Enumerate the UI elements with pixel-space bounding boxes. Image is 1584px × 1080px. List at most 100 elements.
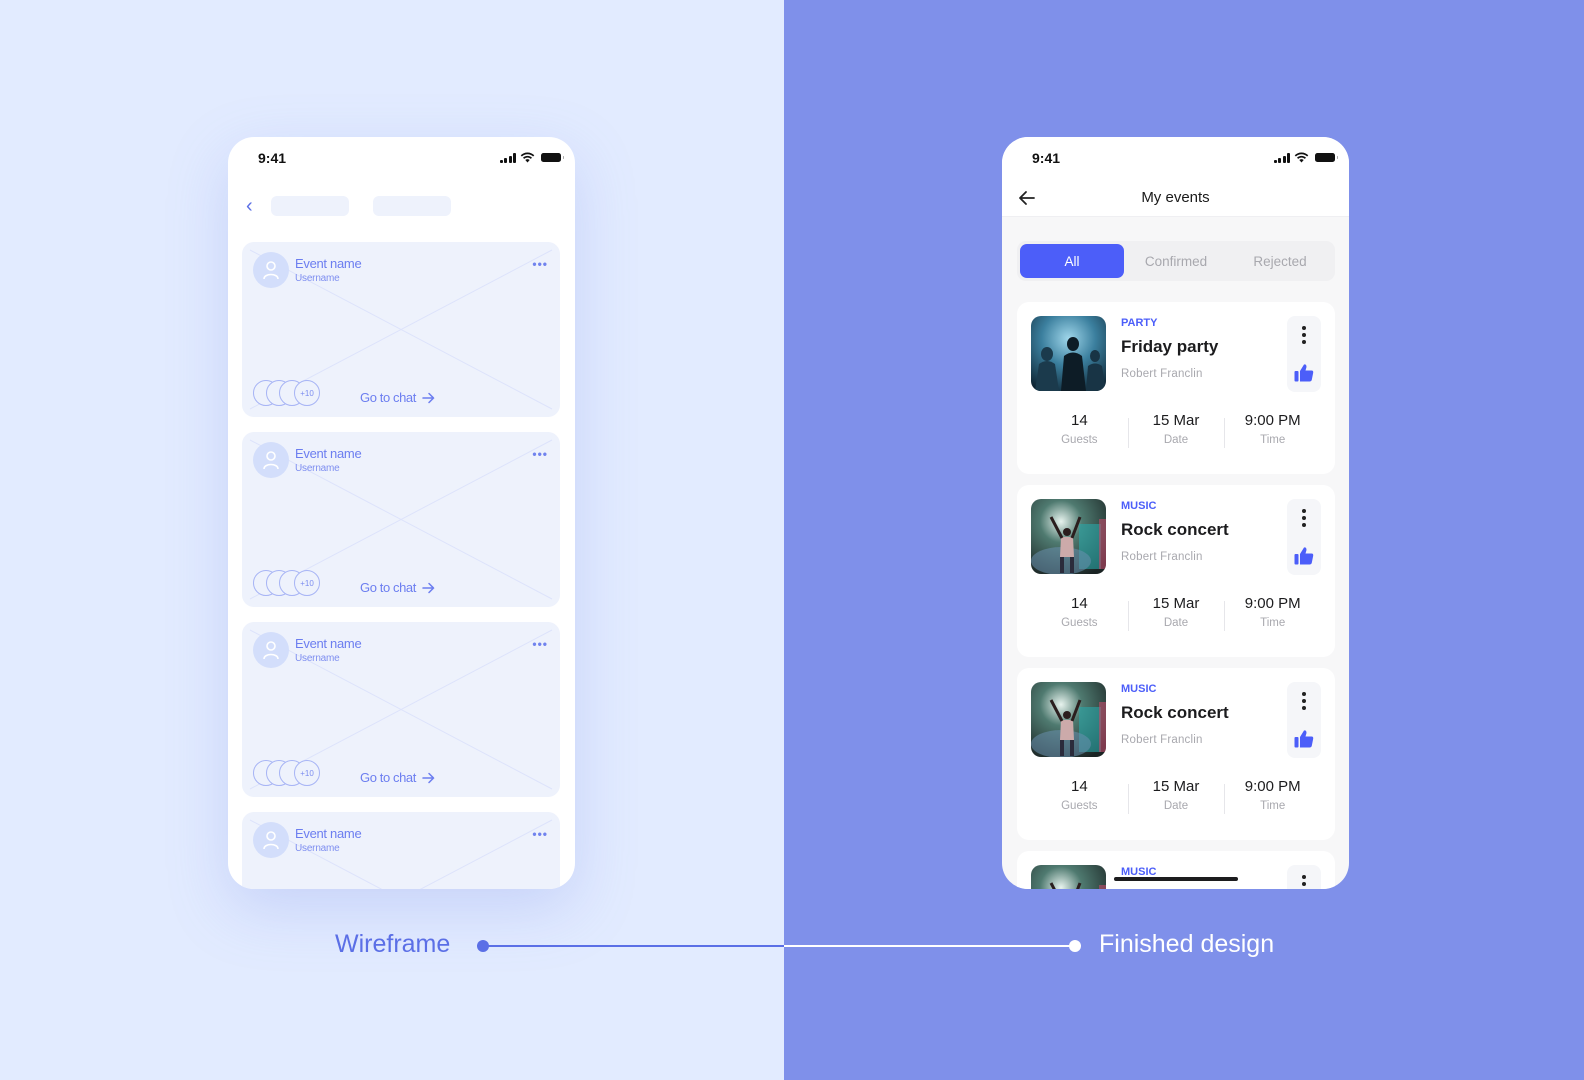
event-image (1031, 316, 1106, 391)
username: Username (295, 463, 340, 474)
event-name: Event name (295, 446, 362, 461)
image-placeholder-icon (249, 819, 553, 889)
thumbs-up-icon[interactable] (1294, 729, 1314, 748)
event-card[interactable]: MUSIC Rock concert Robert Franclin 14 Gue… (1017, 668, 1335, 840)
participants-avatars: +10 (253, 380, 333, 406)
stat-time: 9:00 PM Time (1224, 412, 1321, 448)
event-name: Rock concert (1121, 520, 1229, 539)
more-participants-count: +10 (294, 760, 320, 786)
stat-value: 15 Mar (1152, 595, 1200, 612)
signal-icon (499, 152, 516, 163)
go-to-chat-label: Go to chat (360, 390, 416, 405)
more-vertical-icon[interactable] (1302, 509, 1306, 530)
event-stats: 14 Guests 15 Mar Date 9:00 PM Time (1031, 778, 1321, 814)
more-options-icon[interactable]: ••• (532, 637, 548, 651)
more-participants-count: +10 (294, 570, 320, 596)
stat-guests: 14 Guests (1031, 412, 1128, 446)
avatar (253, 632, 289, 668)
stat-guests: 14 Guests (1031, 778, 1128, 812)
skeleton-placeholder (271, 196, 349, 216)
username: Username (295, 843, 340, 854)
stat-label: Date (1163, 434, 1189, 446)
user-icon (263, 831, 279, 850)
wifi-icon (520, 152, 535, 163)
event-image (1031, 499, 1106, 574)
event-image (1031, 865, 1106, 889)
go-to-chat-link[interactable]: Go to chat (360, 580, 435, 595)
event-card[interactable]: PARTY Friday party Robert Franclin 14 Gue… (1017, 302, 1335, 474)
thumbs-up-icon[interactable] (1294, 363, 1314, 382)
status-time: 9:41 (258, 150, 287, 166)
app-header: My events (1002, 179, 1349, 217)
wireframe-event-card[interactable]: Event name Username ••• +10 Go to chat (242, 432, 560, 607)
stat-value: 9:00 PM (1244, 595, 1301, 612)
more-options-icon[interactable]: ••• (532, 257, 548, 271)
stat-label: Date (1163, 617, 1189, 629)
wireframe-label: Wireframe (335, 930, 451, 958)
user-icon (263, 641, 279, 660)
tab-all[interactable]: All (1020, 244, 1124, 278)
go-to-chat-link[interactable]: Go to chat (360, 390, 435, 405)
skeleton-placeholder (373, 196, 451, 216)
wifi-icon (1294, 152, 1309, 163)
stat-value: 14 (1070, 778, 1088, 795)
wireframe-event-card[interactable]: Event name Username ••• (242, 812, 560, 889)
stat-value: 9:00 PM (1244, 412, 1301, 429)
stat-label: Date (1163, 800, 1189, 812)
stat-label: Time (1260, 434, 1286, 446)
wire-header: ‹ (228, 195, 575, 217)
card-actions (1287, 499, 1321, 575)
go-to-chat-label: Go to chat (360, 580, 416, 595)
status-bar: 9:41 (1002, 137, 1349, 179)
event-card[interactable]: MUSIC Rock concert Robert Franclin 14 Gue… (1017, 485, 1335, 657)
wireframe-event-card[interactable]: Event name Username ••• +10 Go to chat (242, 622, 560, 797)
event-name: Event name (295, 636, 362, 651)
stat-label: Time (1260, 800, 1286, 812)
status-time: 9:41 (1032, 150, 1061, 166)
arrow-right-icon (422, 582, 435, 593)
stat-value: 9:00 PM (1244, 778, 1301, 795)
stat-label: Guests (1061, 434, 1098, 446)
event-name: Rock concert (1121, 703, 1229, 722)
avatar (253, 442, 289, 478)
username: Username (295, 273, 340, 284)
more-options-icon[interactable]: ••• (532, 827, 548, 841)
event-category: PARTY (1121, 317, 1158, 329)
avatar (253, 822, 289, 858)
finished-design-label: Finished design (1099, 930, 1275, 958)
stat-guests: 14 Guests (1031, 595, 1128, 629)
event-card[interactable]: MUSIC (1017, 851, 1335, 889)
event-stats: 14 Guests 15 Mar Date 9:00 PM Time (1031, 595, 1321, 631)
stat-time: 9:00 PM Time (1224, 595, 1321, 631)
signal-icon (1273, 152, 1290, 163)
thumbs-up-icon[interactable] (1294, 546, 1314, 565)
avatar (253, 252, 289, 288)
username: Username (295, 653, 340, 664)
stat-value: 15 Mar (1152, 778, 1200, 795)
go-to-chat-label: Go to chat (360, 770, 416, 785)
connector-dot (1069, 940, 1081, 952)
stat-date: 15 Mar Date (1127, 595, 1225, 631)
status-bar: 9:41 (228, 137, 575, 179)
stat-value: 15 Mar (1152, 412, 1200, 429)
back-chevron-icon[interactable]: ‹ (246, 195, 253, 217)
more-vertical-icon[interactable] (1302, 875, 1306, 889)
arrow-right-icon (422, 772, 435, 783)
event-name: Friday party (1121, 337, 1219, 356)
card-actions (1287, 865, 1321, 889)
more-vertical-icon[interactable] (1302, 692, 1306, 713)
event-organizer: Robert Franclin (1121, 734, 1203, 746)
stat-value: 14 (1070, 595, 1088, 612)
tab-confirmed[interactable]: Confirmed (1124, 244, 1228, 278)
stat-label: Time (1260, 617, 1286, 629)
more-options-icon[interactable]: ••• (532, 447, 548, 461)
go-to-chat-link[interactable]: Go to chat (360, 770, 435, 785)
event-organizer: Robert Franclin (1121, 551, 1203, 563)
tab-rejected[interactable]: Rejected (1228, 244, 1332, 278)
wireframe-event-card[interactable]: Event name Username ••• +10 Go to chat (242, 242, 560, 417)
page-title: My events (1141, 189, 1210, 206)
more-vertical-icon[interactable] (1302, 326, 1306, 347)
battery-icon (541, 153, 564, 162)
event-category: MUSIC (1121, 683, 1157, 695)
participants-avatars: +10 (253, 760, 333, 786)
